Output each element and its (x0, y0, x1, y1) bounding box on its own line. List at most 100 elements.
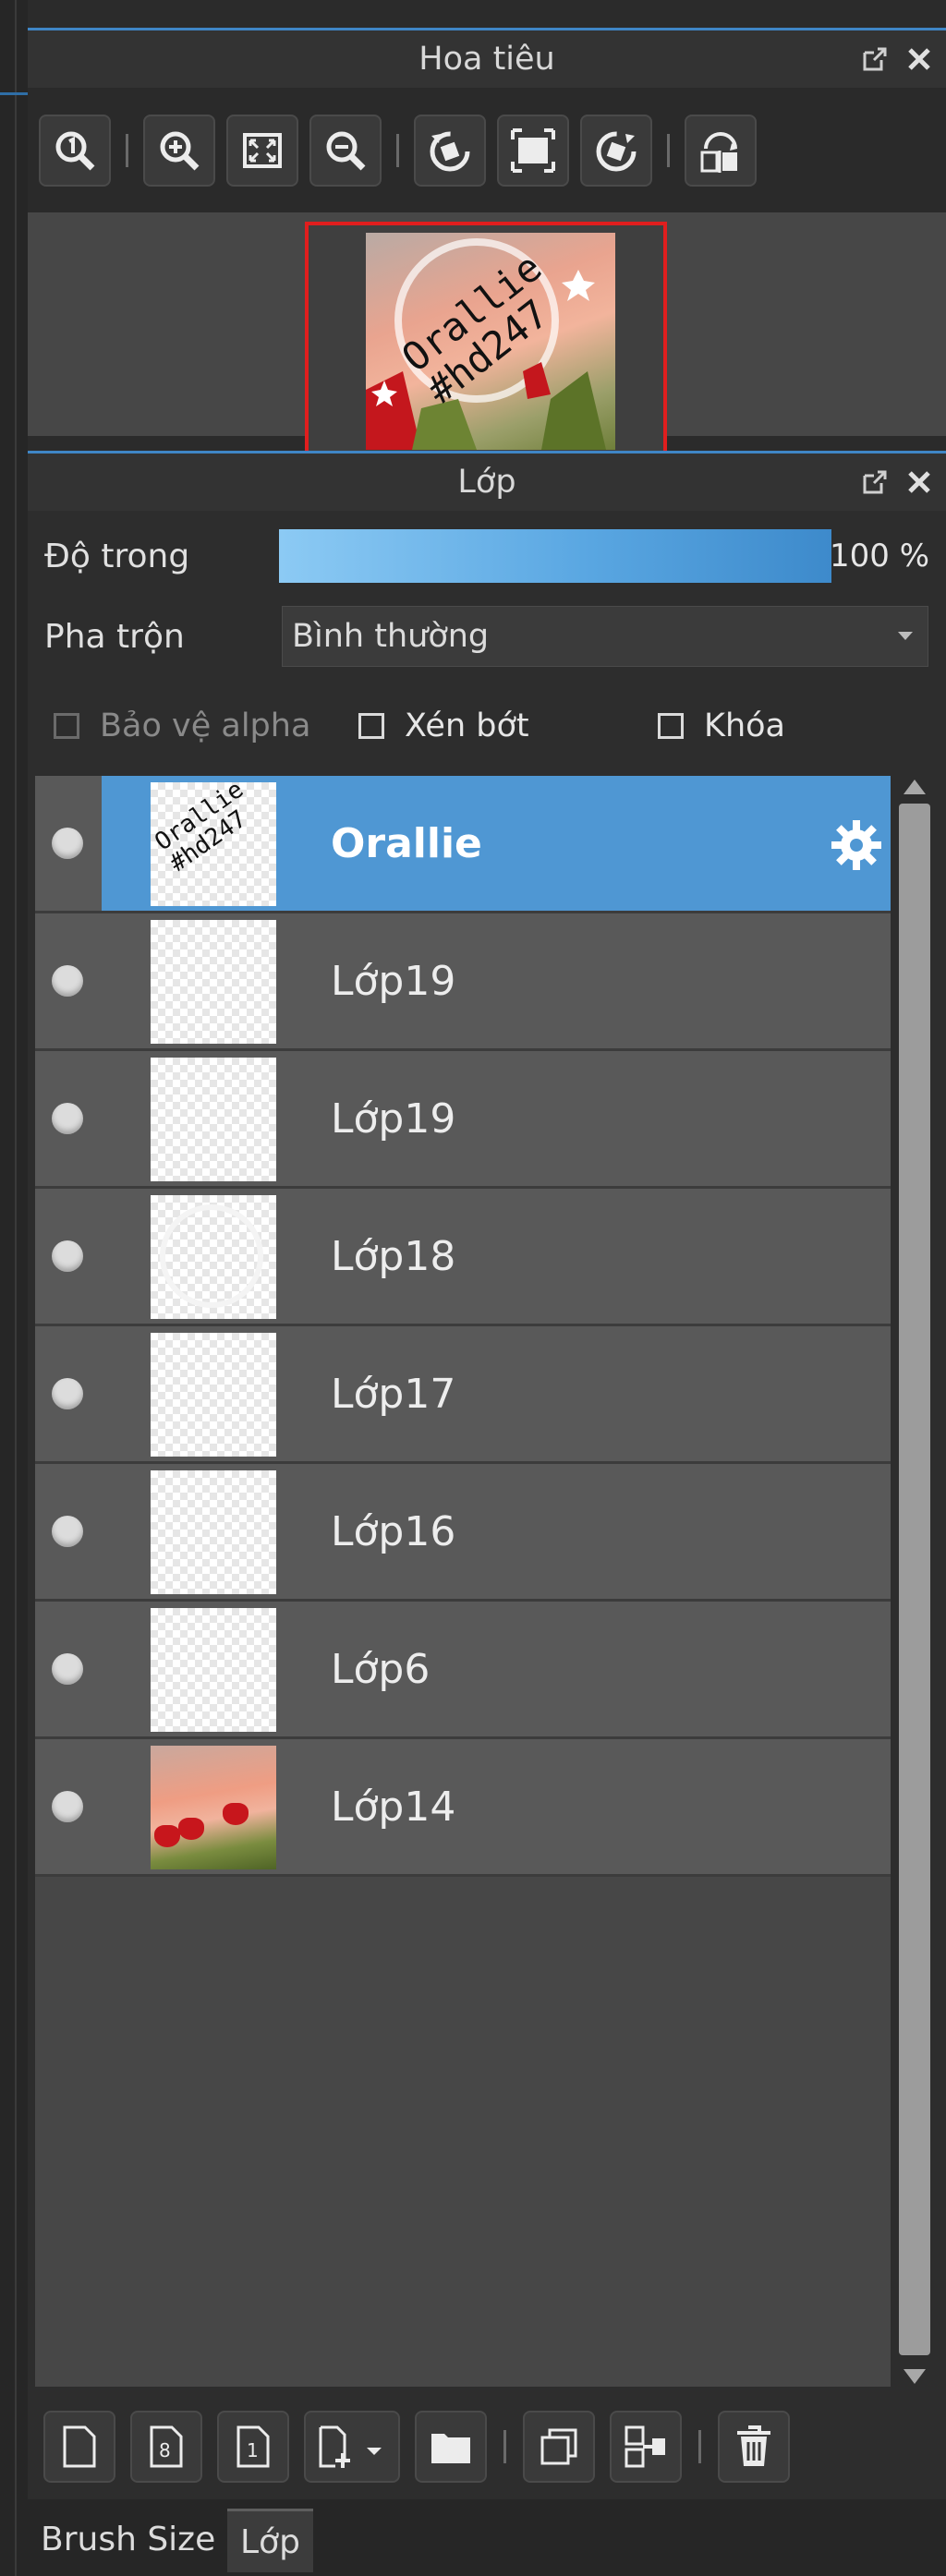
visibility-icon[interactable] (52, 1378, 83, 1409)
layer-name[interactable]: Orallie (331, 776, 482, 911)
add-layer-icon (319, 2425, 382, 2468)
clipping-label: Xén bớt (405, 707, 529, 744)
zoom-out-button[interactable] (309, 114, 382, 187)
toolbar-separator (698, 2429, 701, 2463)
layer-thumbnail (151, 1058, 276, 1181)
layer-thumbnail (151, 920, 276, 1044)
flip-horizontal-button[interactable] (685, 114, 757, 187)
layer-name[interactable]: Lớp19 (331, 913, 455, 1048)
layer-list-scrollbar[interactable] (891, 776, 938, 2388)
blend-mode-value: Bình thường (292, 618, 490, 655)
layer-row[interactable]: Lớp14 (35, 1739, 891, 1877)
layer-name[interactable]: Lớp6 (331, 1602, 430, 1736)
blend-mode-select[interactable]: Bình thường (282, 606, 928, 667)
toolbar-separator (667, 133, 670, 167)
visibility-icon[interactable] (52, 828, 83, 859)
layer-row[interactable]: Lớp6 (35, 1602, 891, 1739)
gear-icon[interactable] (830, 818, 883, 872)
layers-panel: Lớp Độ trong 100 % Pha trộn Bình thường … (28, 451, 946, 2576)
fit-screen-icon (243, 132, 282, 168)
layer-list[interactable]: Orallie #hd247 Orallie Lớp19 Lớp19 Lớp18… (35, 776, 891, 2387)
rotate-left-icon (430, 131, 470, 171)
opacity-slider[interactable] (279, 529, 831, 583)
layer-thumbnail (151, 1333, 276, 1457)
new-layer-button[interactable] (43, 2410, 115, 2483)
visibility-cell[interactable] (35, 776, 102, 911)
visibility-icon[interactable] (52, 1516, 83, 1547)
visibility-cell[interactable] (35, 1189, 102, 1324)
blend-label: Pha trộn (44, 617, 185, 656)
zoom-out-icon (326, 131, 366, 170)
fit-window-button[interactable] (497, 114, 569, 187)
navigator-viewport[interactable]: Orallie #hd247 (28, 212, 946, 458)
rotate-right-button[interactable] (580, 114, 652, 187)
fit-screen-button[interactable] (226, 114, 298, 187)
visibility-cell[interactable] (35, 1464, 102, 1599)
zoom-in-icon (160, 131, 200, 170)
layer-actions-bar: 8 1 (28, 2393, 946, 2499)
close-icon[interactable] (904, 466, 935, 498)
scroll-up-icon[interactable] (904, 780, 926, 794)
new-8bit-layer-button[interactable]: 8 (130, 2410, 202, 2483)
close-icon[interactable] (904, 43, 935, 75)
thumbnail-text: Orallie #hd247 (151, 782, 252, 878)
zoom-actual-icon (55, 131, 95, 170)
visibility-cell[interactable] (35, 1602, 102, 1736)
scroll-down-icon[interactable] (904, 2369, 926, 2384)
layer-name[interactable]: Lớp16 (331, 1464, 455, 1599)
layer-name[interactable]: Lớp14 (331, 1739, 455, 1874)
visibility-icon[interactable] (52, 1653, 83, 1685)
new-1bit-layer-button[interactable]: 1 (217, 2410, 289, 2483)
layers-title: Lớp (457, 464, 516, 501)
merge-down-button[interactable] (610, 2410, 682, 2483)
detach-icon[interactable] (859, 466, 891, 498)
opacity-value: 100 % (829, 538, 929, 574)
visibility-cell[interactable] (35, 1739, 102, 1874)
chevron-down-icon (898, 632, 913, 640)
delete-layer-button[interactable] (718, 2410, 790, 2483)
lock-label: Khóa (704, 707, 785, 744)
navigator-preview-frame[interactable]: Orallie #hd247 (305, 222, 667, 458)
layer-name[interactable]: Lớp17 (331, 1326, 455, 1461)
layer-thumbnail (151, 1608, 276, 1732)
scroll-thumb[interactable] (899, 804, 930, 2355)
merge-down-icon (625, 2425, 665, 2467)
duplicate-layer-button[interactable] (523, 2410, 595, 2483)
new-layer-icon (63, 2425, 96, 2467)
clipping-checkbox[interactable]: Xén bớt (358, 707, 529, 744)
layer-row[interactable]: Lớp19 (35, 913, 891, 1051)
layer-row[interactable]: Lớp18 (35, 1189, 891, 1326)
layer-row[interactable]: Lớp16 (35, 1464, 891, 1602)
rotate-left-button[interactable] (414, 114, 486, 187)
panel-tabs: Brush Size Lớp (28, 2499, 946, 2576)
zoom-actual-button[interactable] (39, 114, 111, 187)
visibility-cell[interactable] (35, 1326, 102, 1461)
new-folder-button[interactable] (415, 2410, 487, 2483)
layer-row[interactable]: Lớp19 (35, 1051, 891, 1189)
duplicate-icon (540, 2428, 577, 2464)
opacity-label: Độ trong (44, 537, 190, 575)
lock-checkbox[interactable]: Khóa (658, 707, 785, 744)
layer-row[interactable]: Orallie #hd247 Orallie (35, 776, 891, 913)
detach-icon[interactable] (859, 43, 891, 75)
new-8bit-layer-icon: 8 (150, 2425, 183, 2467)
layer-name[interactable]: Lớp18 (331, 1189, 455, 1324)
panel-divider (15, 0, 17, 2576)
zoom-in-button[interactable] (143, 114, 215, 187)
svg-text:8: 8 (159, 2439, 171, 2461)
add-layer-menu-button[interactable] (304, 2410, 400, 2483)
visibility-icon[interactable] (52, 1791, 83, 1822)
visibility-icon[interactable] (52, 1103, 83, 1134)
visibility-icon[interactable] (52, 965, 83, 997)
alpha-protect-label: Bảo vệ alpha (100, 707, 311, 744)
tab-brush-size[interactable]: Brush Size (28, 2509, 228, 2570)
layer-thumbnail: Orallie #hd247 (151, 782, 276, 906)
visibility-cell[interactable] (35, 1051, 102, 1186)
visibility-icon[interactable] (52, 1240, 83, 1272)
layer-name[interactable]: Lớp19 (331, 1051, 455, 1186)
visibility-cell[interactable] (35, 913, 102, 1048)
tab-layers[interactable]: Lớp (227, 2509, 313, 2572)
alpha-protect-checkbox[interactable]: Bảo vệ alpha (54, 707, 310, 744)
flip-horizontal-icon (700, 131, 737, 173)
layer-row[interactable]: Lớp17 (35, 1326, 891, 1464)
